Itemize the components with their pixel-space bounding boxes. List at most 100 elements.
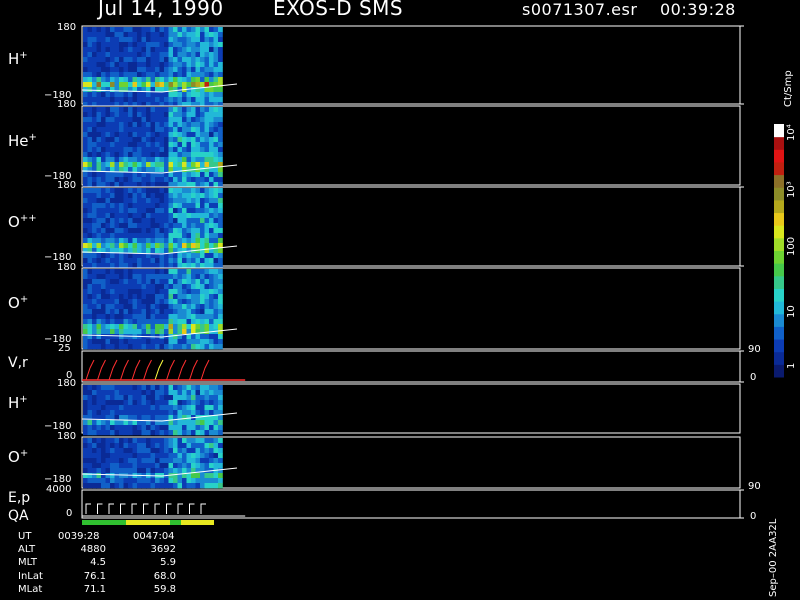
- spectrogram-cell: [218, 47, 223, 53]
- spectrogram-cell: [213, 142, 219, 148]
- spectrogram-cell: [150, 415, 156, 421]
- spectrogram-cell: [213, 299, 219, 305]
- spectrogram-cell: [200, 157, 205, 163]
- spectrogram-cell: [119, 453, 124, 459]
- spectrogram-cell: [168, 67, 174, 73]
- spectrogram-cell: [101, 420, 106, 426]
- spectrogram-cell: [186, 37, 192, 43]
- spectrogram-cell: [155, 284, 160, 290]
- spectrogram-cell: [177, 223, 183, 229]
- spectrogram-cell: [128, 57, 133, 63]
- spectrogram-cell: [155, 137, 160, 143]
- spectrogram-cell: [101, 478, 106, 484]
- spectrogram-cell: [119, 177, 124, 183]
- spectrogram-cell: [101, 77, 106, 83]
- spectrogram-cell: [101, 473, 106, 479]
- spectrogram-cell: [146, 243, 151, 249]
- spectrogram-cell: [87, 243, 93, 249]
- spectrogram-cell: [173, 329, 178, 335]
- spectrogram-cell: [204, 430, 210, 436]
- spectrogram-cell: [92, 483, 97, 489]
- spectrogram-cell: [146, 112, 151, 118]
- spectrogram-cell: [159, 319, 165, 325]
- spectrogram-cell: [105, 47, 111, 53]
- spectrogram-cell: [96, 405, 102, 411]
- spectrogram-cell: [123, 223, 129, 229]
- spectrogram-cell: [83, 233, 88, 239]
- spectrogram-cell: [200, 269, 205, 275]
- spectrogram-cell: [132, 77, 138, 83]
- spectrogram-cell: [146, 92, 151, 98]
- spectrogram-cell: [141, 62, 147, 68]
- spectrogram-cell: [114, 137, 120, 143]
- spectrogram-cell: [204, 188, 210, 194]
- spectrogram-cell: [182, 238, 187, 244]
- spectrogram-cell: [200, 167, 205, 173]
- spectrogram-cell: [119, 67, 124, 73]
- spectrogram-cell: [119, 107, 124, 113]
- spectrogram-cell: [137, 284, 142, 290]
- spectrogram-cell: [101, 324, 106, 330]
- spectrogram-cell: [114, 177, 120, 183]
- spectrogram-cell: [173, 142, 178, 148]
- spectrogram-cell: [195, 438, 201, 444]
- spectrogram-cell: [213, 213, 219, 219]
- spectrogram-cell: [114, 203, 120, 209]
- spectrogram-cell: [141, 137, 147, 143]
- spectrogram-cell: [87, 448, 93, 454]
- spectrogram-cell: [114, 147, 120, 153]
- spectrogram-cell: [146, 319, 151, 325]
- spectrogram-cell: [195, 483, 201, 489]
- spectrogram-cell: [159, 299, 165, 305]
- spectrogram-cell: [204, 473, 210, 479]
- spectrogram-cell: [213, 395, 219, 401]
- spectrogram-cell: [168, 127, 174, 133]
- spectrogram-cell: [173, 97, 178, 103]
- spectrogram-cell: [213, 77, 219, 83]
- spectrogram-cell: [218, 32, 223, 38]
- spectrogram-cell: [191, 142, 196, 148]
- spectrogram-cell: [213, 67, 219, 73]
- spectrogram-cell: [182, 27, 187, 33]
- qa-segment: [104, 520, 115, 525]
- colorbar-swatch: [774, 339, 784, 353]
- spectrogram-cell: [195, 324, 201, 330]
- spectrogram-cell: [186, 223, 192, 229]
- spectrogram-cell: [114, 478, 120, 484]
- spectrogram-cell: [173, 223, 178, 229]
- spectrogram-cell: [141, 152, 147, 158]
- spectrogram-cell: [114, 67, 120, 73]
- spectrogram-cell: [141, 52, 147, 58]
- spectrogram-cell: [83, 463, 88, 469]
- spectrogram-cell: [182, 274, 187, 280]
- spectrogram-cell: [168, 228, 174, 234]
- spectrogram-cell: [114, 274, 120, 280]
- spectrogram-cell: [150, 410, 156, 416]
- spectrogram-cell: [87, 314, 93, 320]
- spectrogram-cell: [128, 405, 133, 411]
- spectrogram-cell: [155, 198, 160, 204]
- spectrogram-cell: [204, 157, 210, 163]
- spectrogram-cell: [105, 258, 111, 264]
- spectrogram-cell: [195, 152, 201, 158]
- spectrogram-cell: [101, 218, 106, 224]
- spectrogram-cell: [114, 258, 120, 264]
- header-time: 00:39:28: [660, 0, 736, 19]
- colorbar-swatch: [774, 187, 784, 201]
- spectrogram-cell: [141, 453, 147, 459]
- spectrogram-cell: [191, 339, 196, 345]
- spectrogram-cell: [204, 112, 210, 118]
- colorbar-tick-1000: 10³: [786, 181, 797, 198]
- spectrogram-cell: [105, 243, 111, 249]
- spectrogram-cell: [92, 72, 97, 78]
- spectrogram-cell: [195, 52, 201, 58]
- spectrogram-cell: [209, 177, 214, 183]
- spectrogram-cell: [110, 238, 115, 244]
- spectrogram-cell: [177, 405, 183, 411]
- spectrogram-cell: [177, 52, 183, 58]
- spectrogram-cell: [186, 82, 192, 88]
- spectrogram-cell: [191, 208, 196, 214]
- spectrogram-cell: [101, 57, 106, 63]
- spectrogram-cell: [83, 410, 88, 416]
- spectrogram-cell: [96, 319, 102, 325]
